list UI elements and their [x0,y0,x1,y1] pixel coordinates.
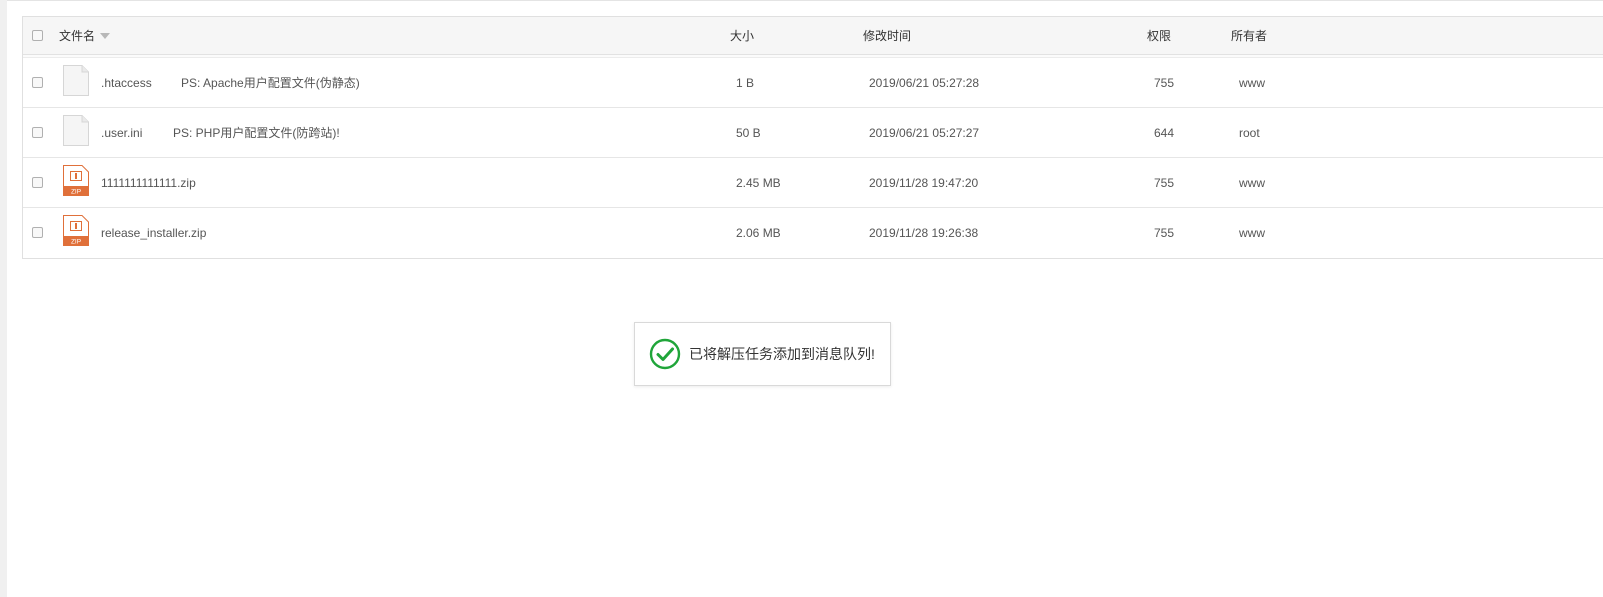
file-icon[interactable] [63,65,89,96]
row-checkbox[interactable] [32,177,43,188]
file-permission[interactable]: 755 [1154,58,1174,108]
file-name[interactable]: .htaccess [101,58,152,108]
file-name[interactable]: .user.ini [101,108,142,158]
file-name[interactable]: 1111111111111.zip [101,158,196,208]
row-checkbox[interactable] [32,127,43,138]
zip-icon-label: ZIP [71,239,81,246]
file-note: PS: Apache用户配置文件(伪静态) [181,76,360,90]
header-size[interactable]: 大小 [730,17,754,55]
file-owner[interactable]: root [1239,108,1260,158]
file-size: 2.06 MB [736,226,781,240]
file-permission[interactable]: 755 [1154,208,1174,258]
file-permission[interactable]: 644 [1154,108,1174,158]
toast-notification: 已将解压任务添加到消息队列! [634,322,891,386]
file-size: 2.45 MB [736,176,781,190]
zip-file-icon[interactable]: ZIP [63,165,89,196]
file-table: 文件名 大小 修改时间 权限 所有者 .htaccess PS: Apache用户… [22,16,1603,259]
toast-message: 已将解压任务添加到消息队列! [689,346,875,362]
file-size: 1 B [736,76,755,90]
file-owner[interactable]: www [1239,158,1265,208]
file-mtime: 2019/06/21 05:27:27 [869,126,980,140]
file-permission[interactable]: 755 [1154,158,1174,208]
file-owner[interactable]: www [1239,58,1265,108]
file-mtime: 2019/11/28 19:26:38 [869,226,979,240]
file-owner[interactable]: www [1239,208,1265,258]
file-note: PS: PHP用户配置文件(防跨站)! [173,126,340,140]
table-body: .htaccess PS: Apache用户配置文件(伪静态) 1 B 2019/06… [23,58,1603,258]
table-row[interactable]: ZIP release_installer.zip 2.06 MB 2019/11/… [23,208,1603,258]
table-row[interactable]: .htaccess PS: Apache用户配置文件(伪静态) 1 B 2019/06… [23,58,1603,108]
sort-down-icon[interactable] [100,32,111,39]
check-circle-icon [649,338,681,370]
table-row[interactable]: ZIP 1111111111111.zip 2.45 MB 2019/11/28 1… [23,158,1603,208]
file-name[interactable]: release_installer.zip [101,208,206,258]
header-name[interactable]: 文件名 [59,17,111,55]
select-all-checkbox[interactable] [32,30,43,41]
file-icon[interactable] [63,115,89,146]
header-mtime[interactable]: 修改时间 [863,17,911,55]
row-checkbox[interactable] [32,77,43,88]
row-checkbox[interactable] [32,227,43,238]
header-owner[interactable]: 所有者 [1231,17,1267,55]
file-size: 50 B [736,126,761,140]
zip-icon-label: ZIP [71,189,81,196]
file-mtime: 2019/11/28 19:47:20 [869,176,979,190]
file-manager-panel: 文件名 大小 修改时间 权限 所有者 .htaccess PS: Apache用户… [7,0,1603,597]
table-row[interactable]: .user.ini PS: PHP用户配置文件(防跨站)! 50 B 2019/06/… [23,108,1603,158]
zip-file-icon[interactable]: ZIP [63,215,89,246]
table-header: 文件名 大小 修改时间 权限 所有者 [23,17,1603,55]
file-mtime: 2019/06/21 05:27:28 [869,76,980,90]
header-perm[interactable]: 权限 [1147,17,1171,55]
header-name-label: 文件名 [59,29,96,43]
